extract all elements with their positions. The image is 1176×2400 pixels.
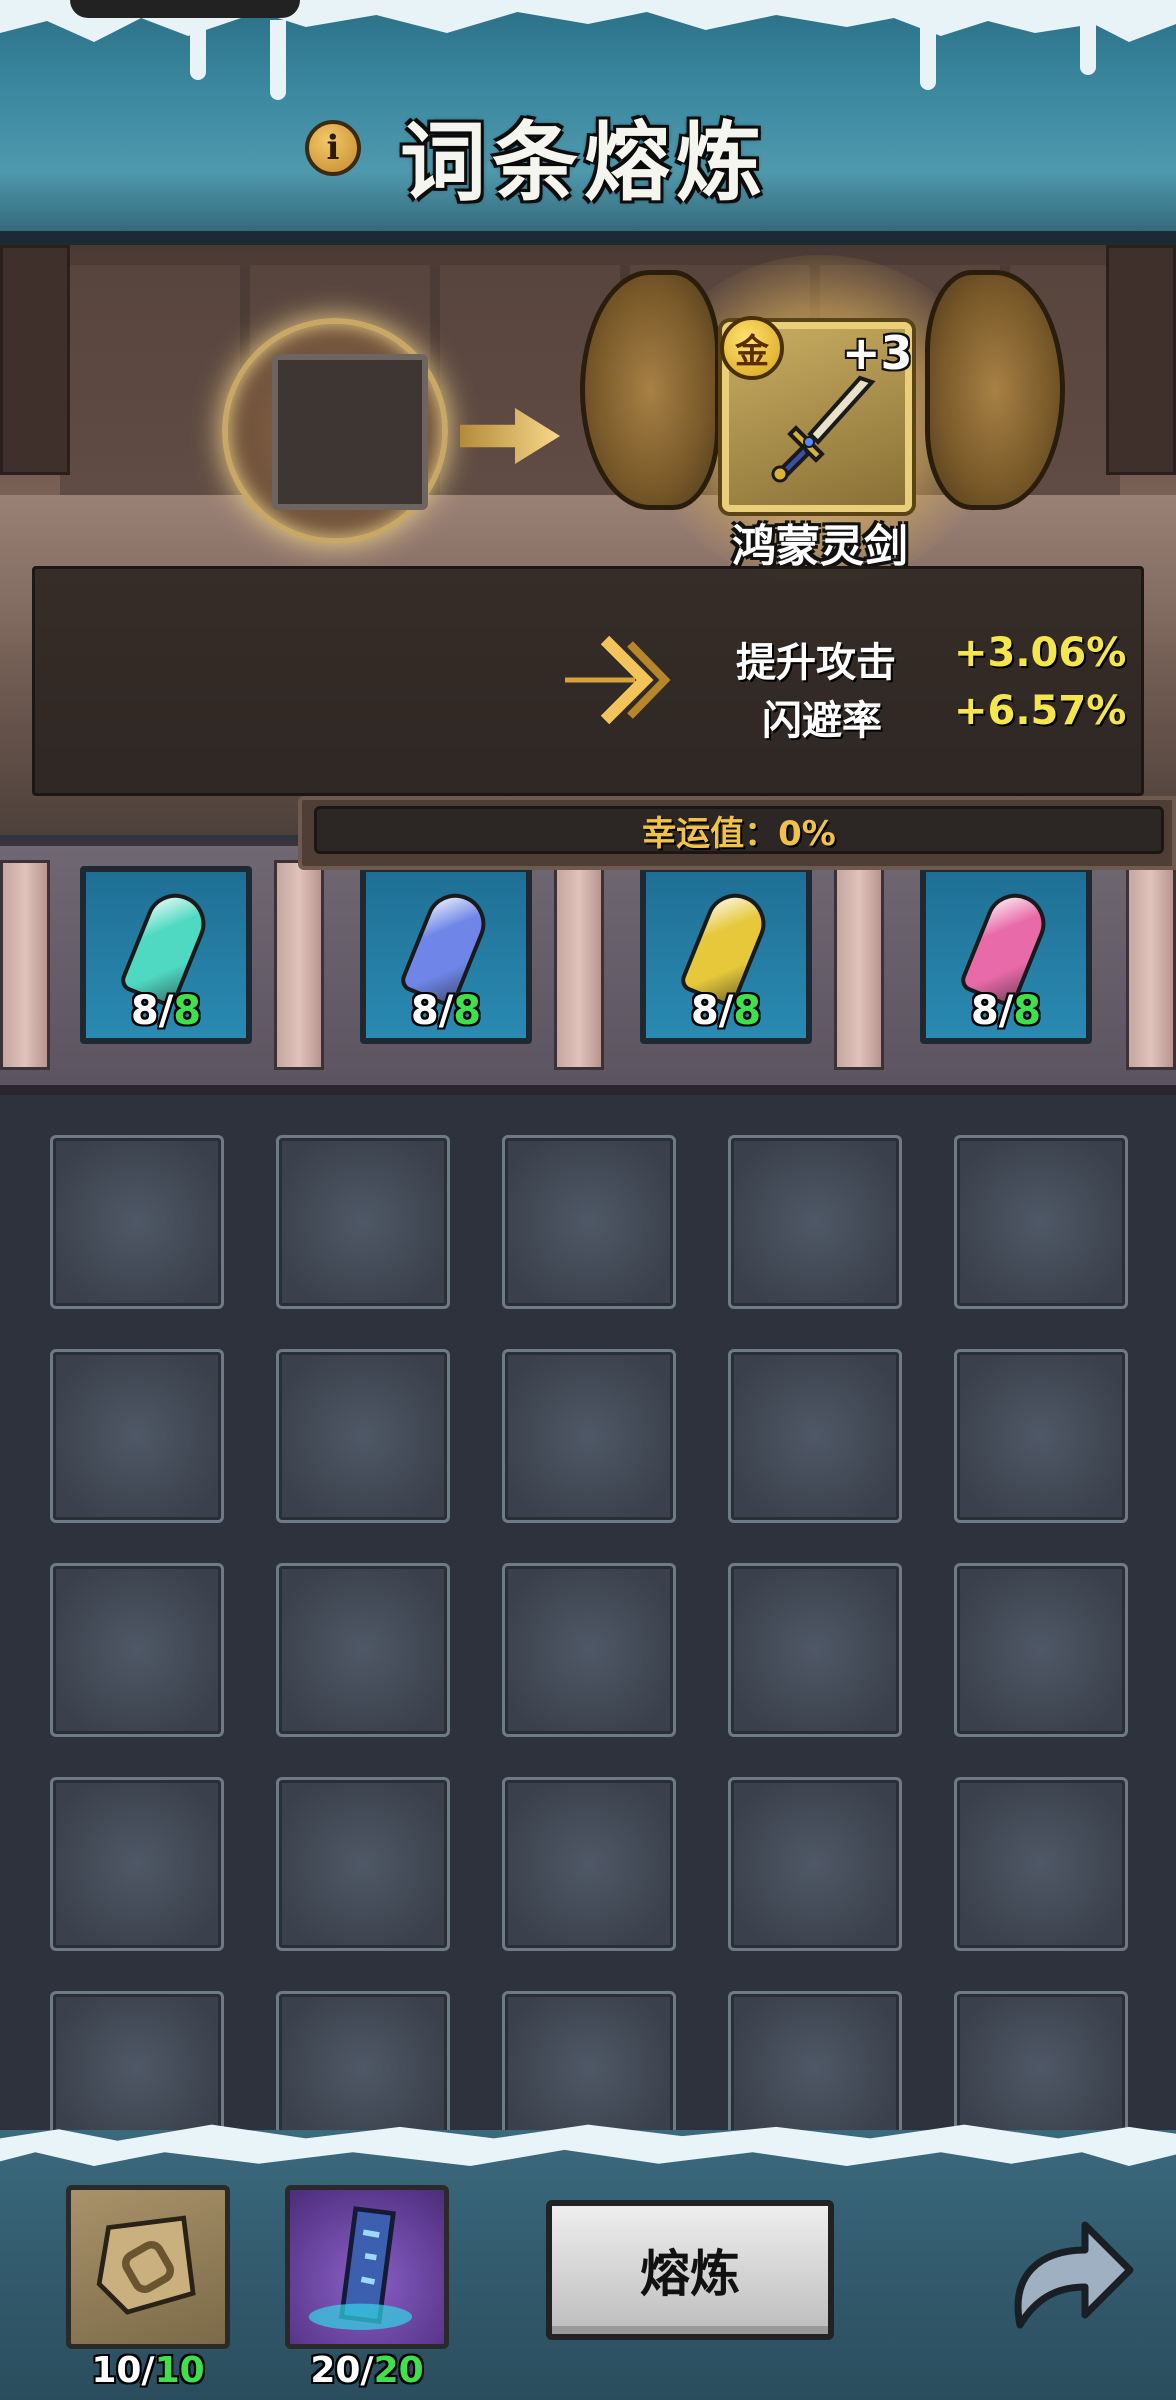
shelf-post <box>834 860 884 1070</box>
inventory-slot[interactable] <box>728 1349 902 1523</box>
stat-name-dodge: 闪避率 <box>762 698 882 744</box>
shelf-post <box>274 860 324 1070</box>
rune-scroll-icon <box>308 2206 413 2330</box>
stone-tablet-slot[interactable] <box>66 2185 230 2349</box>
input-slot[interactable] <box>272 354 428 510</box>
sword-icon <box>771 375 876 483</box>
frame-ornament-left <box>580 270 720 510</box>
crystal-slot-pink[interactable]: 8/8 <box>920 866 1092 1044</box>
info-icon[interactable]: i <box>305 120 361 176</box>
inventory-slot[interactable] <box>954 1991 1128 2145</box>
stat-name-attack: 提升攻击 <box>736 640 896 686</box>
crystal-count: 8/8 <box>690 988 762 1034</box>
status-pill <box>70 0 300 18</box>
crystal-count: 8/8 <box>970 988 1042 1034</box>
header-bar: i 词条熔炼 <box>0 0 1176 245</box>
rune-scroll-count: 20/20 <box>310 2350 424 2391</box>
inventory-slot[interactable] <box>954 1563 1128 1737</box>
stat-value-attack: +3.06% <box>954 630 1127 676</box>
background-pillar <box>1106 245 1176 475</box>
stone-tablet-icon <box>96 2215 196 2315</box>
frame-ornament-right <box>925 270 1065 510</box>
inventory-slot[interactable] <box>50 1991 224 2145</box>
luck-value: 幸运值：0% <box>314 806 1164 854</box>
inventory-slot[interactable] <box>50 1135 224 1309</box>
inventory-slot[interactable] <box>276 1135 450 1309</box>
inventory-slot[interactable] <box>50 1349 224 1523</box>
inventory-slot[interactable] <box>50 1563 224 1737</box>
icicle <box>190 20 206 80</box>
inventory-slot[interactable] <box>728 1135 902 1309</box>
inventory-slot[interactable] <box>502 1777 676 1951</box>
crystal-count: 8/8 <box>130 988 202 1034</box>
shelf-post <box>1126 860 1176 1070</box>
inventory-slot[interactable] <box>502 1349 676 1523</box>
double-chevron-icon <box>565 635 671 725</box>
inventory-slot[interactable] <box>502 1991 676 2145</box>
icicle <box>270 20 286 100</box>
inventory-slot[interactable] <box>728 1991 902 2145</box>
inventory-slot[interactable] <box>50 1777 224 1951</box>
inventory-grid <box>0 1095 1176 2145</box>
crystal-slot-green[interactable]: 8/8 <box>80 866 252 1044</box>
shelf-post <box>0 860 50 1070</box>
inventory-slot[interactable] <box>728 1777 902 1951</box>
inventory-slot[interactable] <box>276 1777 450 1951</box>
inventory-slot[interactable] <box>728 1563 902 1737</box>
inventory-slot[interactable] <box>502 1563 676 1737</box>
return-arrow-icon[interactable] <box>990 2195 1140 2345</box>
smelt-button[interactable]: 熔炼 <box>546 2200 834 2340</box>
rune-scroll-slot[interactable] <box>285 2185 449 2349</box>
stone-tablet-count: 10/10 <box>91 2350 205 2391</box>
inventory-slot[interactable] <box>276 1349 450 1523</box>
crystal-slot-yellow[interactable]: 8/8 <box>640 866 812 1044</box>
background-pillar <box>0 245 70 475</box>
header-divider <box>0 231 1176 245</box>
inventory-slot[interactable] <box>954 1777 1128 1951</box>
shelf-post <box>554 860 604 1070</box>
icicle <box>920 20 936 90</box>
inventory-slot[interactable] <box>954 1349 1128 1523</box>
crystal-slot-blue[interactable]: 8/8 <box>360 866 532 1044</box>
inventory-slot[interactable] <box>954 1135 1128 1309</box>
crystal-count: 8/8 <box>410 988 482 1034</box>
inventory-slot[interactable] <box>502 1135 676 1309</box>
stat-value-dodge: +6.57% <box>954 688 1127 734</box>
inventory-slot[interactable] <box>276 1991 450 2145</box>
icicle <box>1080 20 1096 75</box>
page-title: 词条熔炼 <box>400 112 768 213</box>
inventory-slot[interactable] <box>276 1563 450 1737</box>
equipment-name: 鸿蒙灵剑 <box>732 521 908 572</box>
